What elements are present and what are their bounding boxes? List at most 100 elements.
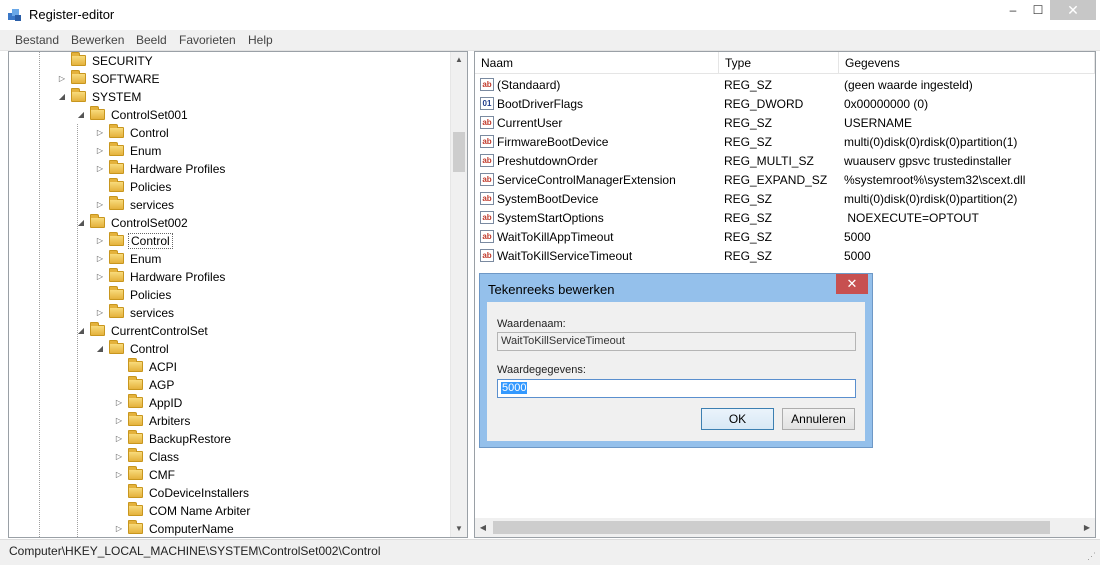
expand-toggle-icon[interactable]: ▷	[95, 304, 105, 322]
expand-toggle-icon[interactable]: ▷	[95, 124, 105, 142]
value-type: REG_SZ	[724, 116, 773, 130]
tree-item[interactable]: SECURITY	[57, 52, 155, 70]
expand-toggle-icon[interactable]: ▷	[95, 196, 105, 214]
dialog-close-button[interactable]: ✕	[836, 274, 868, 294]
minimize-button[interactable]: –	[1000, 0, 1026, 20]
maximize-button[interactable]: ☐	[1026, 0, 1050, 20]
tree-item[interactable]: ▷ ComputerName	[114, 520, 236, 537]
folder-icon	[128, 376, 143, 390]
tree-item[interactable]: ▷ services	[95, 304, 176, 322]
string-value-icon: ab	[480, 211, 494, 224]
resize-grip-icon[interactable]: ⋰	[1087, 551, 1096, 562]
menu-bewerken[interactable]: Bewerken	[71, 33, 124, 47]
menu-beeld[interactable]: Beeld	[136, 33, 167, 47]
ok-button[interactable]: OK	[701, 408, 774, 430]
tree-item-label: services	[130, 198, 175, 212]
scroll-down-arrow-icon[interactable]: ▼	[451, 521, 467, 537]
expand-toggle-icon[interactable]: ▷	[114, 466, 124, 484]
value-row[interactable]: ab FirmwareBootDevice REG_SZ multi(0)disk(0…	[475, 133, 1095, 152]
tree-item[interactable]: ▷ Class	[114, 448, 181, 466]
tree-item[interactable]: ▷ BackupRestore	[114, 430, 233, 448]
registry-tree[interactable]: ▲ ▼ SECURITY ▷ SOFTWARE ◢ SYSTEM ◢ ControlSet0…	[8, 51, 468, 538]
expand-toggle-icon[interactable]: ▷	[114, 448, 124, 466]
expand-toggle-icon[interactable]: ▷	[95, 142, 105, 160]
expand-toggle-icon[interactable]: ◢	[57, 88, 67, 106]
tree-item[interactable]: AGP	[114, 376, 176, 394]
expand-toggle-icon[interactable]: ▷	[114, 394, 124, 412]
tree-item[interactable]: ▷ Control	[95, 124, 171, 142]
tree-item[interactable]: ◢ ControlSet002	[76, 214, 190, 232]
tree-item[interactable]: ▷ Hardware Profiles	[95, 160, 227, 178]
value-row[interactable]: ab (Standaard) REG_SZ (geen waarde ingestel…	[475, 76, 1095, 95]
folder-icon	[109, 160, 124, 174]
value-row[interactable]: ab WaitToKillAppTimeout REG_SZ 5000	[475, 228, 1095, 247]
tree-item[interactable]: CoDeviceInstallers	[114, 484, 251, 502]
tree-vertical-scrollbar[interactable]: ▲ ▼	[450, 52, 467, 537]
tree-item[interactable]: COM Name Arbiter	[114, 502, 252, 520]
value-row[interactable]: ab ServiceControlManagerExtension REG_EXPA…	[475, 171, 1095, 190]
expand-toggle-icon[interactable]: ◢	[76, 106, 86, 124]
scroll-thumb[interactable]	[493, 521, 1050, 534]
value-row[interactable]: 01 BootDriverFlags REG_DWORD 0x00000000 (0)	[475, 95, 1095, 114]
expand-toggle-icon[interactable]: ▷	[95, 268, 105, 286]
scroll-thumb[interactable]	[453, 132, 465, 172]
expand-toggle-icon[interactable]: ◢	[95, 340, 105, 358]
value-row[interactable]: ab WaitToKillServiceTimeout REG_SZ 5000	[475, 247, 1095, 266]
value-row[interactable]: ab SystemStartOptions REG_SZ NOEXECUTE=OPT…	[475, 209, 1095, 228]
scroll-up-arrow-icon[interactable]: ▲	[451, 52, 467, 68]
column-header-data[interactable]: Gegevens	[839, 52, 1095, 74]
tree-item[interactable]: ▷ Arbiters	[114, 412, 192, 430]
expand-toggle-icon[interactable]: ▷	[95, 160, 105, 178]
expand-toggle-icon[interactable]: ◢	[76, 214, 86, 232]
expand-toggle-icon[interactable]: ▷	[57, 70, 67, 88]
folder-icon	[128, 448, 143, 462]
tree-item[interactable]: Policies	[95, 286, 173, 304]
string-value-icon: ab	[480, 192, 494, 205]
tree-item[interactable]: Policies	[95, 178, 173, 196]
scroll-right-arrow-icon[interactable]: ▶	[1079, 518, 1095, 537]
tree-item[interactable]: ▷ Hardware Profiles	[95, 268, 227, 286]
expand-toggle-icon[interactable]: ◢	[76, 322, 86, 340]
expand-toggle-icon[interactable]: ▷	[114, 412, 124, 430]
tree-item[interactable]: ▷ Enum	[95, 142, 163, 160]
tree-item[interactable]: ◢ SYSTEM	[57, 88, 143, 106]
value-type: REG_SZ	[724, 135, 773, 149]
column-header-name[interactable]: Naam	[475, 52, 719, 74]
tree-item[interactable]: ACPI	[114, 358, 179, 376]
value-row[interactable]: ab CurrentUser REG_SZ USERNAME	[475, 114, 1095, 133]
tree-item-label: ACPI	[149, 360, 178, 374]
value-data: multi(0)disk(0)rdisk(0)partition(2)	[844, 192, 1018, 206]
expand-toggle-icon[interactable]: ▷	[114, 520, 124, 537]
value-data: multi(0)disk(0)rdisk(0)partition(1)	[844, 135, 1018, 149]
expand-toggle-icon[interactable]: ▷	[114, 430, 124, 448]
expand-toggle-icon[interactable]: ▷	[95, 250, 105, 268]
scroll-left-arrow-icon[interactable]: ◀	[475, 518, 491, 537]
column-header-type[interactable]: Type	[719, 52, 839, 74]
tree-item[interactable]: ▷ Enum	[95, 250, 163, 268]
menu-bestand[interactable]: Bestand	[15, 33, 59, 47]
cancel-button[interactable]: Annuleren	[782, 408, 855, 430]
value-name: CurrentUser	[497, 116, 563, 130]
folder-icon	[109, 340, 124, 354]
tree-item[interactable]: ◢ CurrentControlSet	[76, 322, 210, 340]
tree-item[interactable]: ▷ Control	[95, 232, 173, 250]
tree-item-label: ComputerName	[149, 522, 234, 536]
value-row[interactable]: ab PreshutdownOrder REG_MULTI_SZ wuauserv g…	[475, 152, 1095, 171]
value-row[interactable]: ab SystemBootDevice REG_SZ multi(0)disk(0)r…	[475, 190, 1095, 209]
menu-favorieten[interactable]: Favorieten	[179, 33, 236, 47]
folder-icon	[71, 52, 86, 66]
edit-string-dialog: Tekenreeks bewerken ✕ Waardenaam: WaitTo…	[479, 273, 873, 448]
tree-item[interactable]: ▷ services	[95, 196, 176, 214]
tree-item-label: Control	[130, 126, 169, 140]
close-button[interactable]: ✕	[1050, 0, 1096, 20]
tree-item[interactable]: ▷ AppID	[114, 394, 184, 412]
tree-item[interactable]: ◢ ControlSet001	[76, 106, 190, 124]
value-data-input[interactable]: 5000	[497, 379, 856, 398]
list-horizontal-scrollbar[interactable]: ◀ ▶	[475, 518, 1095, 537]
tree-item[interactable]: ▷ SOFTWARE	[57, 70, 162, 88]
tree-item[interactable]: ▷ CMF	[114, 466, 177, 484]
menu-help[interactable]: Help	[248, 33, 273, 47]
expand-toggle-icon[interactable]: ▷	[95, 232, 105, 250]
folder-icon	[128, 520, 143, 534]
tree-item[interactable]: ◢ Control	[95, 340, 171, 358]
